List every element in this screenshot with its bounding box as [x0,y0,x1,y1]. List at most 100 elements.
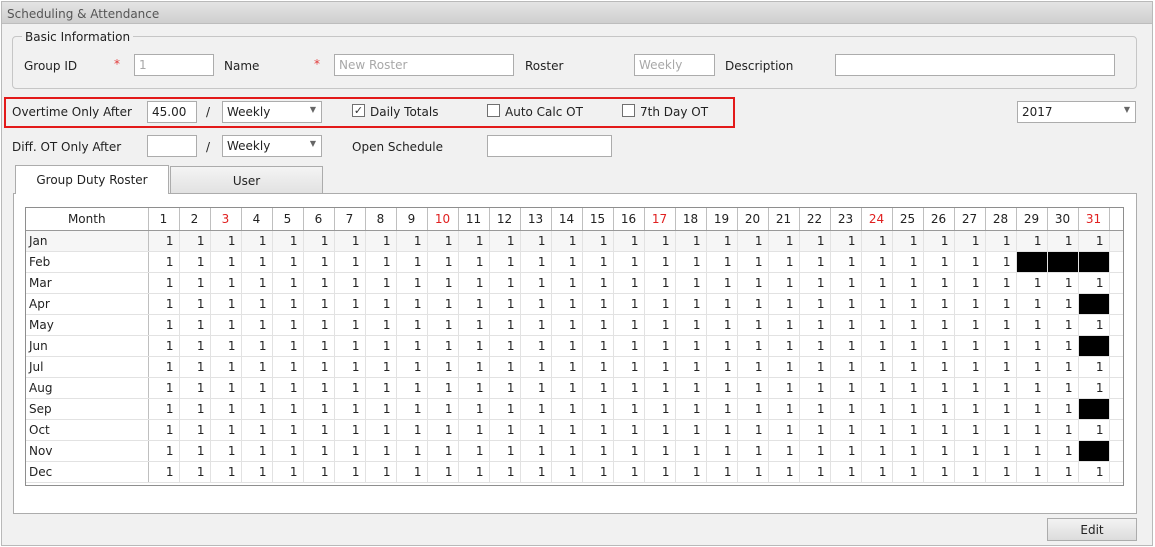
day-cell[interactable]: 1 [706,356,738,378]
day-cell[interactable]: 1 [675,293,707,315]
day-cell[interactable]: 1 [210,335,242,357]
day-cell[interactable]: 1 [613,230,645,252]
day-cell[interactable]: 1 [210,356,242,378]
day-cell[interactable]: 1 [892,314,924,336]
day-cell[interactable]: 1 [985,461,1017,483]
day-cell[interactable]: 1 [644,230,676,252]
day-cell[interactable]: 1 [799,251,831,273]
day-cell[interactable]: 1 [1016,335,1048,357]
day-cell[interactable]: 1 [985,272,1017,294]
unavailable-day-cell[interactable] [1047,251,1079,273]
day-cell[interactable]: 1 [737,251,769,273]
day-cell[interactable]: 1 [644,314,676,336]
day-cell[interactable]: 1 [675,356,707,378]
day-cell[interactable]: 1 [799,419,831,441]
day-cell[interactable]: 1 [241,293,273,315]
day-cell[interactable]: 1 [241,335,273,357]
day-cell[interactable]: 1 [489,335,521,357]
day-cell[interactable]: 1 [737,335,769,357]
day-cell[interactable]: 1 [1078,377,1110,399]
day-cell[interactable]: 1 [551,398,583,420]
day-cell[interactable]: 1 [396,230,428,252]
day-cell[interactable]: 1 [985,230,1017,252]
day-cell[interactable]: 1 [799,461,831,483]
day-cell[interactable]: 1 [365,230,397,252]
day-cell[interactable]: 1 [272,230,304,252]
day-cell[interactable]: 1 [148,293,180,315]
day-cell[interactable]: 1 [985,377,1017,399]
day-cell[interactable]: 1 [892,356,924,378]
day-cell[interactable]: 1 [303,398,335,420]
day-cell[interactable]: 1 [241,272,273,294]
day-cell[interactable]: 1 [1016,377,1048,399]
day-cell[interactable]: 1 [489,398,521,420]
day-cell[interactable]: 1 [1078,230,1110,252]
day-cell[interactable]: 1 [644,293,676,315]
day-cell[interactable]: 1 [613,440,645,462]
day-cell[interactable]: 1 [830,440,862,462]
day-cell[interactable]: 1 [520,398,552,420]
day-cell[interactable]: 1 [241,377,273,399]
day-cell[interactable]: 1 [1016,398,1048,420]
day-cell[interactable]: 1 [427,335,459,357]
day-cell[interactable]: 1 [334,314,366,336]
day-cell[interactable]: 1 [582,293,614,315]
day-cell[interactable]: 1 [396,440,428,462]
day-cell[interactable]: 1 [365,335,397,357]
day-cell[interactable]: 1 [675,440,707,462]
day-cell[interactable]: 1 [272,419,304,441]
day-cell[interactable]: 1 [954,335,986,357]
day-cell[interactable]: 1 [675,230,707,252]
unavailable-day-cell[interactable] [1078,398,1110,420]
day-cell[interactable]: 1 [458,314,490,336]
day-cell[interactable]: 1 [985,335,1017,357]
day-cell[interactable]: 1 [644,251,676,273]
day-cell[interactable]: 1 [582,377,614,399]
day-cell[interactable]: 1 [954,377,986,399]
day-cell[interactable]: 1 [427,314,459,336]
day-cell[interactable]: 1 [551,356,583,378]
day-cell[interactable]: 1 [954,356,986,378]
day-cell[interactable]: 1 [954,461,986,483]
description-field[interactable] [835,54,1115,76]
day-cell[interactable]: 1 [954,272,986,294]
day-cell[interactable]: 1 [954,251,986,273]
day-cell[interactable]: 1 [768,230,800,252]
day-cell[interactable]: 1 [148,419,180,441]
day-cell[interactable]: 1 [241,356,273,378]
day-cell[interactable]: 1 [334,356,366,378]
day-cell[interactable]: 1 [334,272,366,294]
day-cell[interactable]: 1 [489,314,521,336]
day-cell[interactable]: 1 [861,461,893,483]
day-cell[interactable]: 1 [737,398,769,420]
day-cell[interactable]: 1 [613,293,645,315]
day-cell[interactable]: 1 [551,461,583,483]
day-cell[interactable]: 1 [985,356,1017,378]
day-cell[interactable]: 1 [706,272,738,294]
day-cell[interactable]: 1 [396,272,428,294]
day-cell[interactable]: 1 [1047,293,1079,315]
day-cell[interactable]: 1 [985,398,1017,420]
day-cell[interactable]: 1 [923,440,955,462]
day-cell[interactable]: 1 [427,377,459,399]
day-cell[interactable]: 1 [830,314,862,336]
day-cell[interactable]: 1 [1016,440,1048,462]
day-cell[interactable]: 1 [892,293,924,315]
day-cell[interactable]: 1 [675,419,707,441]
day-cell[interactable]: 1 [861,230,893,252]
day-cell[interactable]: 1 [923,356,955,378]
day-cell[interactable]: 1 [737,272,769,294]
day-cell[interactable]: 1 [706,335,738,357]
day-cell[interactable]: 1 [675,335,707,357]
day-cell[interactable]: 1 [861,356,893,378]
day-cell[interactable]: 1 [458,293,490,315]
day-cell[interactable]: 1 [148,461,180,483]
day-cell[interactable]: 1 [644,356,676,378]
day-cell[interactable]: 1 [179,419,211,441]
day-cell[interactable]: 1 [706,461,738,483]
day-cell[interactable]: 1 [1047,419,1079,441]
day-cell[interactable]: 1 [582,230,614,252]
day-cell[interactable]: 1 [489,440,521,462]
day-cell[interactable]: 1 [644,461,676,483]
day-cell[interactable]: 1 [582,398,614,420]
